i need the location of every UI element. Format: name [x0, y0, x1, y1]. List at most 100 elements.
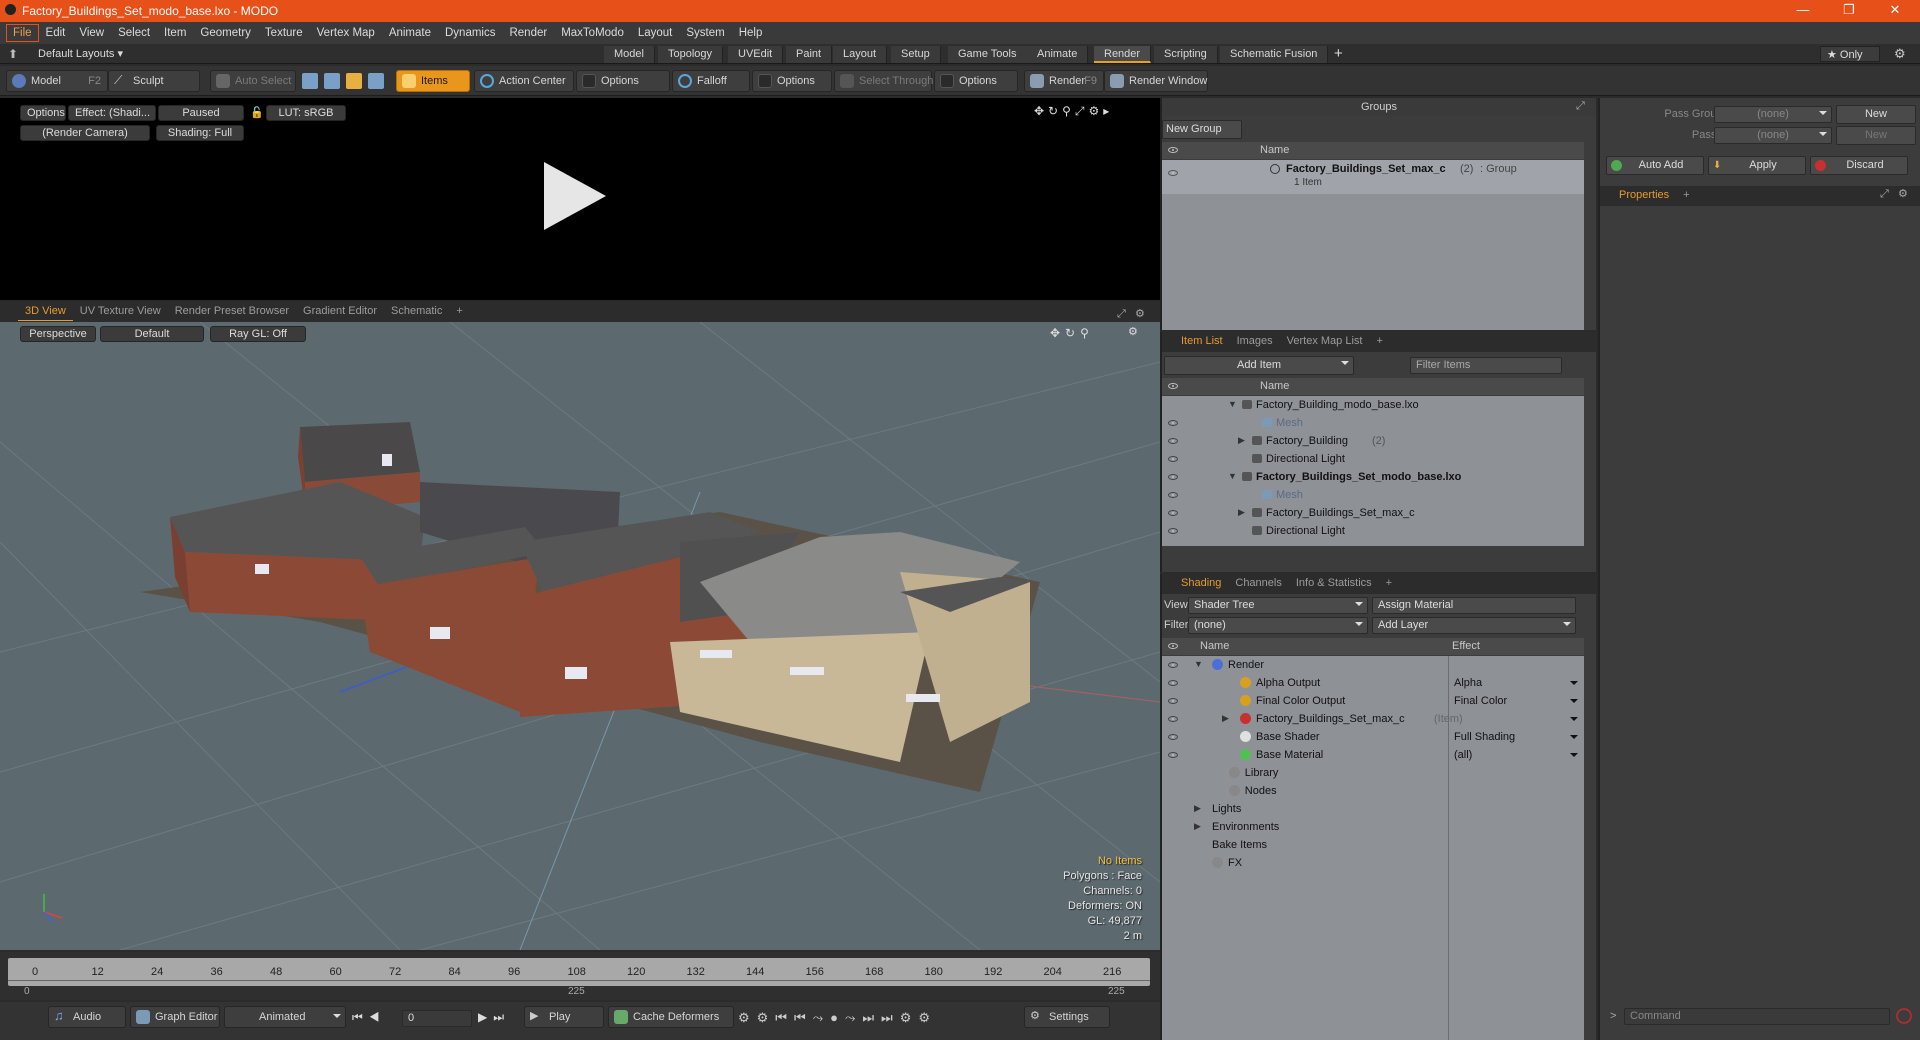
- vertices-mode-icon[interactable]: [302, 73, 318, 89]
- add-item-dropdown[interactable]: Add Item: [1164, 356, 1354, 375]
- tab-layout[interactable]: Layout: [833, 46, 888, 63]
- gear-icon[interactable]: ⚙: [1128, 325, 1138, 338]
- menu-file[interactable]: File: [6, 24, 39, 42]
- tab-uv-texture-view[interactable]: UV Texture View: [73, 302, 168, 320]
- add-tab-button[interactable]: +: [1334, 45, 1343, 62]
- passes-dropdown[interactable]: (none): [1714, 127, 1832, 144]
- shading-dropdown[interactable]: Shading: Full: [156, 125, 244, 141]
- render-options-button[interactable]: Options: [20, 105, 66, 121]
- tab-schematic-fusion[interactable]: Schematic Fusion: [1220, 46, 1329, 63]
- menu-geometry[interactable]: Geometry: [193, 23, 258, 43]
- perspective-dropdown[interactable]: Perspective: [20, 326, 96, 342]
- tab-channels[interactable]: Channels: [1228, 574, 1288, 592]
- chevron-down-icon[interactable]: [1570, 699, 1578, 707]
- tab-render[interactable]: Render: [1094, 46, 1152, 63]
- model-button[interactable]: Model F2: [6, 70, 108, 92]
- expand-arrow-icon[interactable]: ▶: [1238, 507, 1245, 518]
- item-list-row[interactable]: Mesh: [1162, 414, 1584, 432]
- raygl-toggle[interactable]: Ray GL: Off: [210, 326, 306, 342]
- animated-dropdown[interactable]: Animated: [224, 1006, 346, 1028]
- new-pass-group-button[interactable]: New: [1836, 105, 1916, 124]
- tab-render-preset-browser[interactable]: Render Preset Browser: [168, 302, 296, 320]
- frame-input[interactable]: 0: [402, 1010, 472, 1027]
- new-pass-button[interactable]: New: [1836, 126, 1916, 145]
- add-view-tab[interactable]: +: [449, 302, 469, 320]
- tab-3d-view[interactable]: 3D View: [18, 302, 73, 321]
- tab-gradient-editor[interactable]: Gradient Editor: [296, 302, 384, 320]
- maximize-button[interactable]: ❐: [1826, 0, 1872, 22]
- expand-arrow-icon[interactable]: ▶: [1222, 713, 1229, 724]
- auto-add-button[interactable]: Auto Add: [1606, 156, 1704, 175]
- shader-tree-row[interactable]: ▼ Render: [1162, 656, 1584, 674]
- eye-icon[interactable]: [1168, 734, 1178, 740]
- shading-mode-dropdown[interactable]: Default: [100, 326, 204, 342]
- item-list-row[interactable]: Directional Light: [1162, 450, 1584, 468]
- falloff-options-button[interactable]: Options: [752, 70, 832, 92]
- tab-item-list[interactable]: Item List: [1174, 332, 1230, 350]
- effect-value[interactable]: Final Color: [1454, 695, 1507, 707]
- expand-arrow-icon[interactable]: ▼: [1194, 659, 1203, 669]
- menu-render[interactable]: Render: [502, 23, 554, 43]
- menu-layout[interactable]: Layout: [631, 23, 680, 43]
- shader-tree-row[interactable]: ▶ Environments: [1162, 818, 1584, 836]
- eye-icon[interactable]: [1168, 492, 1178, 498]
- render-button[interactable]: Render F9: [1024, 70, 1104, 92]
- shader-tree-row[interactable]: FX: [1162, 854, 1584, 872]
- eye-icon[interactable]: [1168, 752, 1178, 758]
- eye-icon[interactable]: [1168, 662, 1178, 668]
- expand-arrow-icon[interactable]: ▶: [1194, 821, 1201, 832]
- eye-icon[interactable]: [1168, 170, 1178, 176]
- close-button[interactable]: ✕: [1872, 0, 1918, 22]
- menu-select[interactable]: Select: [111, 23, 157, 43]
- lut-dropdown[interactable]: LUT: sRGB: [266, 105, 346, 121]
- shader-tree-row[interactable]: ▶ Lights: [1162, 800, 1584, 818]
- menu-vertex-map[interactable]: Vertex Map: [310, 23, 382, 43]
- eye-icon[interactable]: [1168, 420, 1178, 426]
- tab-model[interactable]: Model: [604, 46, 655, 63]
- item-list-row[interactable]: ▼ Factory_Building_modo_base.lxo: [1162, 396, 1584, 414]
- viewport-nav-controls[interactable]: ✥↻⚲: [1050, 326, 1094, 340]
- graph-editor-button[interactable]: Graph Editor: [130, 1006, 220, 1028]
- only-toggle[interactable]: ★ Only: [1820, 46, 1880, 62]
- shader-tree-row[interactable]: Base Shader Full Shading: [1162, 728, 1584, 746]
- apply-button[interactable]: ⬇ Apply: [1708, 156, 1806, 175]
- tab-vertex-map-list[interactable]: Vertex Map List: [1280, 332, 1370, 350]
- expand-arrow-icon[interactable]: ▼: [1228, 471, 1237, 481]
- shader-tree-row[interactable]: Nodes: [1162, 782, 1584, 800]
- lock-icon[interactable]: 🔓: [250, 106, 264, 119]
- effect-dropdown[interactable]: Effect: (Shadi...: [68, 105, 156, 121]
- item-list-row[interactable]: ▶ Factory_Buildings_Set_max_c: [1162, 504, 1584, 522]
- tab-schematic[interactable]: Schematic: [384, 302, 449, 320]
- audio-button[interactable]: ♫ Audio: [48, 1006, 126, 1028]
- transport-skip-controls[interactable]: ⏮◀: [352, 1010, 386, 1025]
- tab-game-tools[interactable]: Game Tools: [948, 46, 1028, 63]
- action-center-options-button[interactable]: Options: [576, 70, 670, 92]
- filter-items-input[interactable]: Filter Items: [1410, 357, 1562, 374]
- expand-icon[interactable]: ⤢: [1576, 100, 1585, 113]
- gear-icon[interactable]: ⚙: [1898, 187, 1908, 200]
- item-list-row[interactable]: Mesh: [1162, 486, 1584, 504]
- action-center-button[interactable]: Action Center: [474, 70, 574, 92]
- discard-button[interactable]: Discard: [1810, 156, 1908, 175]
- render-view-controls[interactable]: ✥↻⚲⤢⚙▸: [1034, 104, 1113, 119]
- eye-icon[interactable]: [1168, 680, 1178, 686]
- chevron-down-icon[interactable]: [1570, 681, 1578, 689]
- gear-icon[interactable]: ⚙: [1894, 46, 1906, 62]
- chevron-down-icon[interactable]: [1570, 735, 1578, 743]
- shader-tree-row[interactable]: Library: [1162, 764, 1584, 782]
- tab-shading[interactable]: Shading: [1174, 574, 1228, 592]
- menu-system[interactable]: System: [679, 23, 731, 43]
- 3d-viewport[interactable]: Perspective Default Ray GL: Off ✥↻⚲ ⚙ No…: [0, 322, 1160, 950]
- items-mode-button[interactable]: Items: [396, 70, 470, 92]
- cache-deformers-button[interactable]: Cache Deformers: [608, 1006, 734, 1028]
- view-dropdown[interactable]: Shader Tree: [1188, 597, 1368, 614]
- command-input[interactable]: Command: [1624, 1008, 1890, 1025]
- eye-icon[interactable]: [1168, 643, 1178, 649]
- play-render-icon[interactable]: [540, 160, 610, 232]
- menu-edit[interactable]: Edit: [39, 23, 73, 43]
- add-layer-dropdown[interactable]: Add Layer: [1372, 617, 1576, 634]
- tab-animate[interactable]: Animate: [1027, 46, 1089, 63]
- transport-forward-controls[interactable]: ▶⏭: [478, 1010, 510, 1025]
- shader-tree-row[interactable]: Bake Items: [1162, 836, 1584, 854]
- auto-select-button[interactable]: Auto Select: [210, 70, 296, 92]
